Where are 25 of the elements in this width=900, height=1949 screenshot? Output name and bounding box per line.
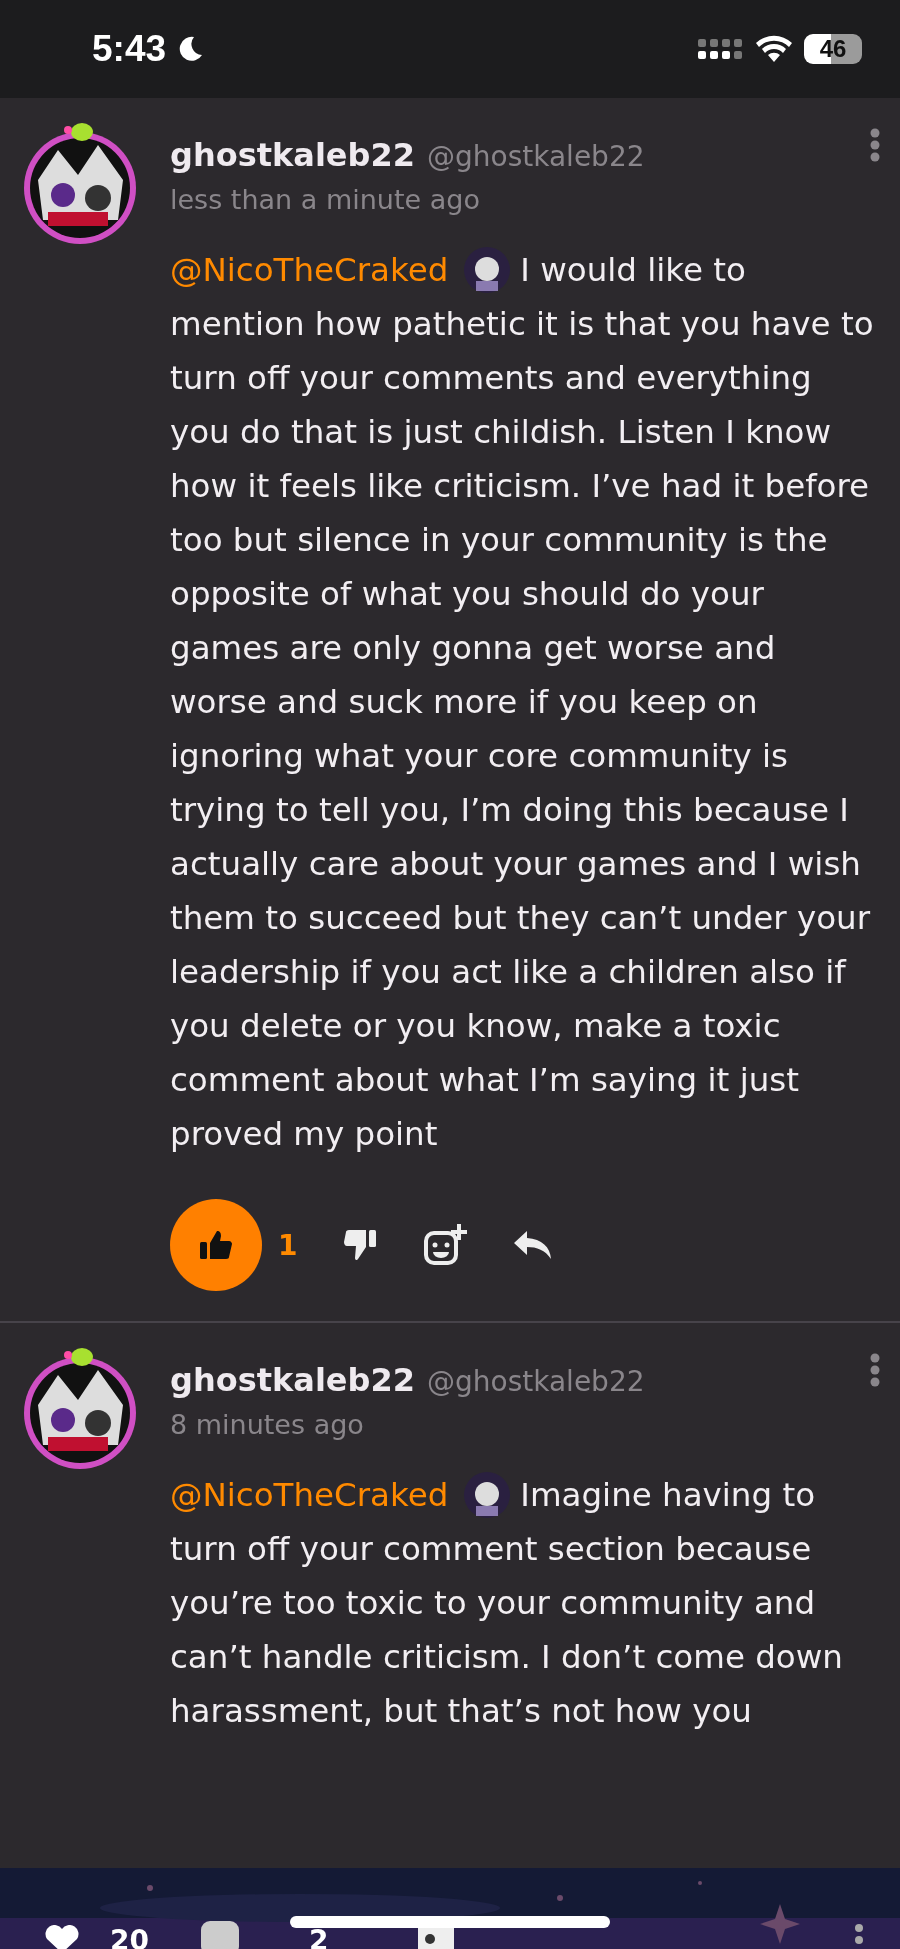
wifi-icon (754, 34, 794, 64)
signal-icon (698, 37, 744, 61)
add-reaction-button[interactable] (423, 1223, 468, 1267)
thumbs-up-icon (199, 1229, 233, 1261)
more-icon[interactable] (870, 128, 880, 162)
dislike-button[interactable] (343, 1228, 378, 1262)
mention-link[interactable]: @NicoTheCraked (170, 1468, 511, 1522)
more-icon[interactable] (870, 1353, 880, 1387)
comment-text: @NicoTheCraked Imagine having to turn off your comment section because you’re too toxic to your community and can’t handle criticism. I don’t come down harassment, but that’s not how you (170, 1468, 880, 1738)
heart-icon[interactable] (44, 1925, 80, 1949)
comment-text: @NicoTheCraked I would like to mention how pathetic it is that you have to turn off your comments and everything you do that is just childish. Listen I know how it feels like criticism. I’ve had it before too but silence in your community is the opposite of what you should do your games are only gonna get worse and worse and suck more if you keep on ignoring what your core community is trying to tell you, I’m doing this because I actually care about your games and I wish them to succeed but they can’t under your leadership if you act like a children also if you delete or you know, make a toxic comment about what I’m saying it just proved my point (170, 243, 880, 1161)
user-handle: @ghostkaleb22 (427, 1365, 645, 1398)
username[interactable]: ghostkaleb22 (170, 1361, 415, 1399)
username[interactable]: ghostkaleb22 (170, 136, 415, 174)
avatar (464, 1472, 511, 1518)
like-count: 1 (278, 1228, 298, 1262)
timestamp: less than a minute ago (170, 184, 481, 215)
sparkle-icon (760, 1904, 800, 1944)
clock: 5:43 (92, 28, 167, 70)
comment-icon[interactable] (200, 1921, 239, 1949)
timestamp: 8 minutes ago (170, 1409, 365, 1440)
avatar (464, 247, 511, 293)
user-handle: @ghostkaleb22 (427, 140, 645, 173)
mention-link[interactable]: @NicoTheCraked (170, 243, 511, 297)
reply-button[interactable] (513, 1229, 554, 1261)
